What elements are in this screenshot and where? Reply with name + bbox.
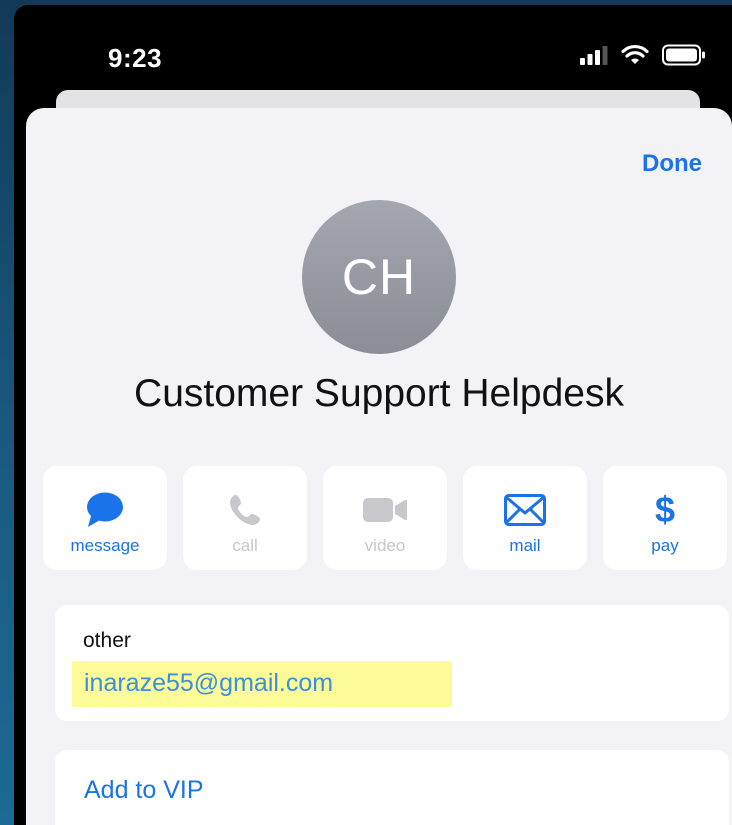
action-buttons: message call video mail $ pay — [43, 466, 727, 576]
pay-label: pay — [651, 536, 679, 555]
email-address-link[interactable]: inaraze55@gmail.com — [84, 669, 333, 698]
dollar-icon: $ — [654, 489, 676, 530]
status-icons — [580, 44, 706, 71]
email-card: other inaraze55@gmail.com — [55, 605, 729, 721]
vip-card: Add to VIP — [55, 750, 729, 825]
add-to-vip-button[interactable]: Add to VIP — [84, 776, 204, 805]
message-button[interactable]: message — [43, 466, 167, 570]
signal-icon — [580, 45, 608, 70]
email-type-label: other — [83, 629, 131, 652]
mail-label: mail — [509, 536, 541, 555]
status-bar: 9:23 — [14, 5, 732, 95]
mail-button[interactable]: mail — [463, 466, 587, 570]
video-label: video — [364, 536, 406, 555]
phone-icon — [228, 490, 262, 530]
avatar: CH — [302, 200, 456, 354]
call-button[interactable]: call — [183, 466, 307, 570]
call-label: call — [232, 536, 258, 555]
done-button[interactable]: Done — [642, 150, 702, 178]
battery-icon — [662, 44, 706, 71]
contact-card-sheet: Done CH Customer Support Helpdesk messag… — [26, 108, 732, 825]
video-button[interactable]: video — [323, 466, 447, 570]
pay-button[interactable]: $ pay — [603, 466, 727, 570]
mail-icon — [504, 490, 546, 530]
contact-name: Customer Support Helpdesk — [134, 372, 624, 415]
phone-screen: 9:23 Done CH Customer Support Helpdesk m… — [14, 5, 732, 825]
message-icon — [85, 490, 125, 530]
status-time: 9:23 — [108, 43, 163, 73]
avatar-initials: CH — [341, 249, 417, 305]
video-icon — [362, 490, 408, 530]
message-label: message — [70, 536, 140, 555]
wifi-icon — [620, 44, 650, 71]
